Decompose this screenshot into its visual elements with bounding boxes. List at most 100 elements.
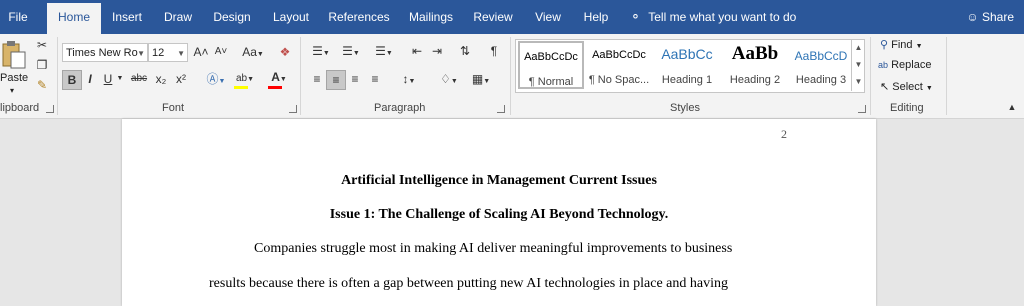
chevron-down-icon[interactable]: ▼ [852, 56, 865, 73]
select-button[interactable]: ↖ Select ▼ [880, 80, 933, 93]
bullets-icon[interactable]: ☰▼ [308, 42, 334, 63]
ribbon-home: Paste ▾ ✂ ❐ ✎ lipboard Times New Ro ▼ 12… [0, 34, 1024, 119]
styles-scroll: ▲ ▼ ▼ [851, 39, 865, 91]
font-size-value: 12 [152, 47, 165, 59]
tab-mailings[interactable]: Mailings [402, 0, 460, 34]
underline-button[interactable]: U [100, 70, 116, 88]
line-spacing-icon[interactable]: ↕▼ [396, 70, 422, 91]
decrease-indent-icon[interactable]: ⇤ [408, 42, 426, 60]
style-name: Heading 1 [661, 74, 713, 86]
style-heading-2[interactable]: AaBb Heading 2 [722, 41, 788, 89]
highlight-label: ab [235, 73, 248, 84]
font-color-bar [268, 86, 282, 89]
tab-help[interactable]: Help [576, 0, 616, 34]
tab-references[interactable]: References [324, 0, 394, 34]
editing-group-label: Editing [890, 102, 924, 114]
font-launcher-icon[interactable] [289, 105, 297, 113]
chevron-down-icon: ▼ [279, 76, 287, 83]
tab-design[interactable]: Design [206, 0, 258, 34]
sort-icon[interactable]: ⇅ [456, 42, 474, 60]
subscript-button[interactable]: x₂ [152, 70, 170, 88]
copy-icon[interactable]: ❐ [34, 56, 50, 74]
styles-launcher-icon[interactable] [858, 105, 866, 113]
body-paragraph-line: results because there is often a gap bet… [209, 276, 728, 291]
format-painter-icon[interactable]: ✎ [34, 76, 50, 94]
grow-font-icon[interactable]: A˄ [192, 43, 210, 61]
style-preview: AaBb [731, 43, 779, 64]
underline-dropdown-icon[interactable]: ▼ [116, 70, 124, 88]
share-button[interactable]: ☺ Share [966, 0, 1014, 34]
clear-formatting-icon[interactable]: ❖ [276, 43, 294, 61]
page-number: 2 [781, 127, 787, 141]
multilevel-list-icon[interactable]: ☰▼ [370, 42, 398, 63]
increase-indent-icon[interactable]: ⇥ [428, 42, 446, 60]
document-page[interactable]: 2 Artificial Intelligence in Management … [122, 119, 876, 306]
chevron-up-icon[interactable]: ▲ [852, 39, 865, 56]
collapse-ribbon-icon[interactable]: ▲ [1005, 98, 1019, 116]
style-heading-3[interactable]: AaBbCcD Heading 3 [788, 41, 854, 89]
clipboard-icon [2, 41, 26, 69]
paragraph-launcher-icon[interactable] [497, 105, 505, 113]
tab-file[interactable]: File [0, 0, 36, 34]
pilcrow-icon[interactable]: ¶ [486, 42, 502, 60]
font-size-combo[interactable]: 12 ▼ [148, 43, 188, 62]
font-name-value: Times New Ro [66, 47, 138, 59]
styles-group-label: Styles [670, 102, 700, 114]
replace-button[interactable]: ab Replace [878, 59, 931, 71]
separator [870, 37, 871, 115]
select-label: Select [892, 81, 923, 93]
highlight-color-bar [234, 86, 248, 89]
font-group-label: Font [162, 102, 185, 114]
clipboard-launcher-icon[interactable] [46, 105, 54, 113]
style-heading-1[interactable]: AaBbCc Heading 1 [654, 41, 720, 89]
chevron-down-icon: ▼ [256, 51, 264, 58]
tab-draw[interactable]: Draw [157, 0, 199, 34]
style-name: Heading 2 [729, 74, 781, 86]
tab-home[interactable]: Home [47, 3, 101, 34]
cursor-icon: ↖ [880, 81, 890, 93]
tell-me-search[interactable]: ⚬ Tell me what you want to do [630, 0, 796, 34]
style-preview: AaBbCcDc [524, 51, 578, 63]
borders-icon[interactable]: ▦▼ [468, 70, 494, 91]
find-button[interactable]: ⚲ Find ▼ [880, 38, 923, 51]
shading-icon[interactable]: ♢▼ [436, 70, 462, 91]
cut-icon[interactable]: ✂ [34, 36, 50, 54]
style-preview: AaBbCc [661, 46, 713, 62]
numbering-icon[interactable]: ☰▼ [338, 42, 364, 63]
replace-label: Replace [891, 59, 932, 71]
style-preview: AaBbCcD [794, 49, 848, 63]
italic-button[interactable]: I [82, 70, 98, 88]
align-center-icon[interactable]: ≡ [326, 70, 346, 90]
strikethrough-button[interactable]: abc [128, 70, 150, 88]
font-name-combo[interactable]: Times New Ro ▼ [62, 43, 148, 62]
tab-view[interactable]: View [527, 0, 569, 34]
document-heading: Issue 1: The Challenge of Scaling AI Bey… [329, 207, 669, 222]
paragraph-group-label: Paragraph [374, 102, 426, 114]
find-label: Find [891, 39, 913, 51]
tab-review[interactable]: Review [468, 0, 518, 34]
font-color-button[interactable]: A▼ [266, 68, 292, 89]
highlight-button[interactable]: ab▼ [232, 68, 258, 89]
document-title: Artificial Intelligence in Management Cu… [341, 173, 657, 188]
shrink-font-icon[interactable]: A˅ [212, 43, 230, 61]
tab-insert[interactable]: Insert [105, 0, 149, 34]
styles-gallery: AaBbCcDc ¶ Normal AaBbCcDc ¶ No Spac... … [515, 39, 865, 93]
paste-button[interactable]: Paste ▾ [0, 36, 28, 96]
tab-layout[interactable]: Layout [266, 0, 316, 34]
more-styles-icon[interactable]: ▼ [852, 73, 865, 90]
font-color-label: A [271, 70, 280, 84]
justify-icon[interactable]: ≡ [366, 70, 384, 88]
separator [300, 37, 301, 115]
style-preview: AaBbCcDc [592, 49, 646, 61]
bold-button[interactable]: B [62, 70, 82, 90]
lightbulb-icon: ⚬ [630, 9, 641, 24]
align-left-icon[interactable]: ≡ [308, 70, 326, 88]
superscript-button[interactable]: x² [172, 70, 190, 88]
align-right-icon[interactable]: ≡ [346, 70, 364, 88]
text-effects-icon[interactable]: Ⓐ▼ [204, 70, 228, 91]
chevron-down-icon: ▼ [247, 76, 255, 83]
style-no-spacing[interactable]: AaBbCcDc ¶ No Spac... [586, 41, 652, 89]
style-normal[interactable]: AaBbCcDc ¶ Normal [518, 41, 584, 89]
chevron-down-icon: ▼ [137, 49, 145, 58]
change-case-icon[interactable]: Aa▼ [238, 43, 268, 64]
